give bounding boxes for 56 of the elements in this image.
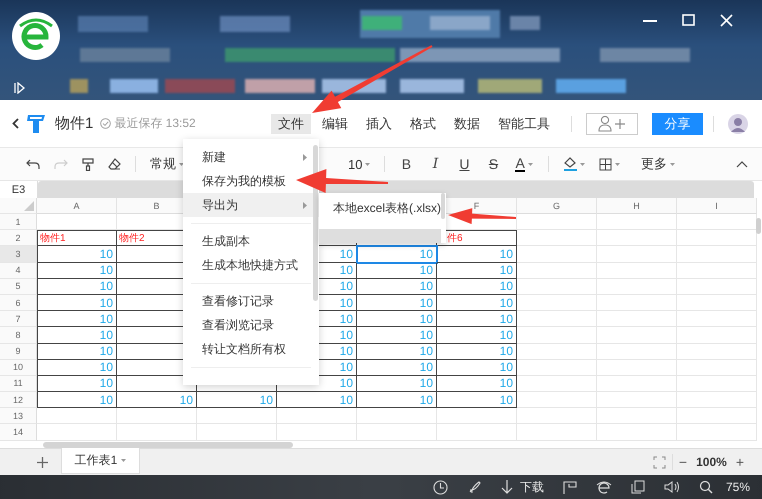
zoom-out-button[interactable]: − [678, 454, 688, 470]
document-title[interactable]: 物件1 [55, 114, 94, 133]
menu-item[interactable]: 转让文档所有权 [183, 337, 319, 361]
menu-item[interactable]: 导出为 [183, 193, 319, 217]
strikethrough-button[interactable]: S [486, 156, 500, 172]
menu-tab[interactable]: 数据 [447, 114, 487, 134]
sheet-tab[interactable]: 工作表1 [61, 448, 140, 474]
menu-item-label: 生成本地快捷方式 [202, 256, 298, 274]
column-header[interactable]: G [517, 198, 597, 214]
column-header[interactable]: I [677, 198, 757, 214]
row-header[interactable]: 3 [0, 246, 37, 263]
menu-tab[interactable]: 编辑 [315, 114, 355, 134]
row-header[interactable]: 8 [0, 327, 37, 344]
menu-item-label: 查看修订记录 [202, 292, 274, 310]
underline-button[interactable]: U [457, 156, 472, 172]
menu-item-label: 生成副本 [202, 232, 250, 250]
menu-item-label: 导出为 [202, 196, 238, 214]
zoom-level: 100% [696, 455, 727, 469]
font-color-button[interactable]: A [515, 156, 533, 172]
zoom-in-button[interactable]: + [736, 454, 744, 470]
row-header[interactable]: 4 [0, 262, 37, 279]
column-header[interactable]: A [37, 198, 117, 214]
menu-item[interactable]: 新建 [183, 145, 319, 169]
menu-item[interactable]: 查看修订记录 [183, 289, 319, 313]
font-size-dropdown[interactable]: 10 [348, 156, 370, 172]
menu-tab[interactable]: 格式 [403, 114, 443, 134]
row-header[interactable]: 6 [0, 294, 37, 312]
menu-item-label: 保存为我的模板 [202, 172, 286, 190]
menu-tab[interactable]: 文件 [271, 114, 311, 134]
row-header[interactable]: 7 [0, 311, 37, 328]
column-header[interactable]: H [597, 198, 677, 214]
number-format-dropdown[interactable]: 常规 [150, 155, 184, 173]
menu-item-label: 转让文档所有权 [202, 340, 286, 358]
more-dropdown[interactable]: 更多 [640, 155, 675, 173]
row-header[interactable]: 13 [0, 408, 37, 424]
menu-tab[interactable]: 智能工具 [491, 114, 557, 134]
row-header[interactable]: 1 [0, 214, 37, 230]
row-header[interactable]: 10 [0, 360, 37, 376]
row-header[interactable]: 12 [0, 392, 37, 408]
download-button[interactable]: 下载 [500, 478, 544, 496]
menu-item[interactable]: 查看浏览记录 [183, 313, 319, 337]
italic-button[interactable]: I [428, 156, 442, 172]
bold-button[interactable]: B [399, 156, 414, 172]
page-zoom-level[interactable]: 75% [726, 480, 750, 494]
table-cell[interactable]: 物件1 [37, 230, 117, 246]
menu-item-label: 新建 [202, 148, 226, 166]
row-header[interactable]: 5 [0, 278, 37, 295]
menu-item[interactable]: 生成本地快捷方式 [183, 253, 319, 277]
share-button[interactable]: 分享 [652, 112, 703, 134]
menu-tab[interactable]: 插入 [359, 114, 399, 134]
row-header[interactable]: 11 [0, 376, 37, 392]
row-header[interactable]: 2 [0, 230, 37, 246]
menu-item-label: 查看浏览记录 [202, 316, 274, 334]
row-header[interactable]: 14 [0, 424, 37, 441]
save-status: 最近保存 13:52 [114, 115, 196, 132]
row-header[interactable]: 9 [0, 344, 37, 360]
